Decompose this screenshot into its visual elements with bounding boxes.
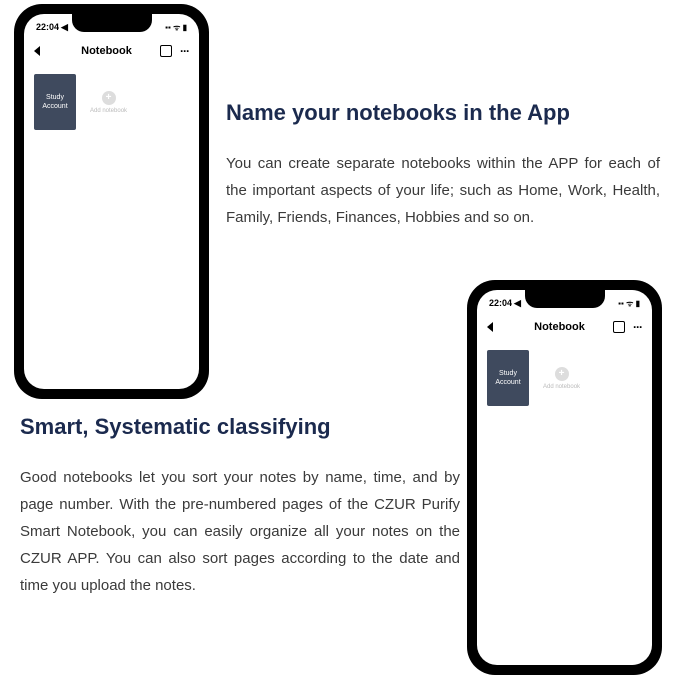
notebook-card[interactable]: Study Account bbox=[487, 350, 529, 406]
section-body: You can create separate notebooks within… bbox=[226, 150, 660, 231]
nav-title: Notebook bbox=[517, 321, 602, 333]
location-icon: ◀ bbox=[514, 298, 521, 309]
back-icon[interactable] bbox=[34, 46, 40, 56]
status-icons: ▪▪ ᯤ ▮ bbox=[618, 298, 640, 309]
phone-mockup-2: 22:04 ◀ ▪▪ ᯤ ▮ Notebook ··· Study Accoun… bbox=[467, 280, 662, 675]
phone-notch bbox=[525, 290, 605, 308]
nav-bar: Notebook ··· bbox=[477, 312, 652, 342]
more-icon[interactable]: ··· bbox=[633, 320, 642, 334]
nav-title: Notebook bbox=[64, 45, 149, 57]
notebook-title-line1: Study bbox=[46, 93, 64, 102]
section-heading: Smart, Systematic classifying bbox=[20, 414, 460, 440]
phone-screen: 22:04 ◀ ▪▪ ᯤ ▮ Notebook ··· Study Accoun… bbox=[477, 290, 652, 665]
section-heading: Name your notebooks in the App bbox=[226, 100, 660, 126]
phone-screen: 22:04 ◀ ▪▪ ᯤ ▮ Notebook ··· Study Accoun… bbox=[24, 14, 199, 389]
phone-notch bbox=[72, 14, 152, 32]
notebook-title-line2: Account bbox=[495, 378, 520, 387]
add-notebook-button[interactable]: + Add notebook bbox=[90, 74, 127, 130]
section-body: Good notebooks let you sort your notes b… bbox=[20, 464, 460, 599]
add-notebook-label: Add notebook bbox=[90, 108, 127, 114]
plus-icon: + bbox=[102, 91, 116, 105]
section-name-notebooks: Name your notebooks in the App You can c… bbox=[226, 100, 660, 231]
add-notebook-label: Add notebook bbox=[543, 384, 580, 390]
status-time: 22:04 bbox=[36, 22, 59, 32]
nav-bar: Notebook ··· bbox=[24, 36, 199, 66]
location-icon: ◀ bbox=[61, 22, 68, 33]
scan-icon[interactable] bbox=[613, 321, 625, 333]
status-time: 22:04 bbox=[489, 298, 512, 308]
add-notebook-button[interactable]: + Add notebook bbox=[543, 350, 580, 406]
notebook-card[interactable]: Study Account bbox=[34, 74, 76, 130]
status-icons: ▪▪ ᯤ ▮ bbox=[165, 22, 187, 33]
plus-icon: + bbox=[555, 367, 569, 381]
notebooks-grid: Study Account + Add notebook bbox=[24, 66, 199, 138]
notebook-title-line2: Account bbox=[42, 102, 67, 111]
phone-mockup-1: 22:04 ◀ ▪▪ ᯤ ▮ Notebook ··· Study Accoun… bbox=[14, 4, 209, 399]
scan-icon[interactable] bbox=[160, 45, 172, 57]
more-icon[interactable]: ··· bbox=[180, 44, 189, 58]
notebook-title-line1: Study bbox=[499, 369, 517, 378]
notebooks-grid: Study Account + Add notebook bbox=[477, 342, 652, 414]
section-smart-classifying: Smart, Systematic classifying Good noteb… bbox=[20, 414, 460, 599]
back-icon[interactable] bbox=[487, 322, 493, 332]
